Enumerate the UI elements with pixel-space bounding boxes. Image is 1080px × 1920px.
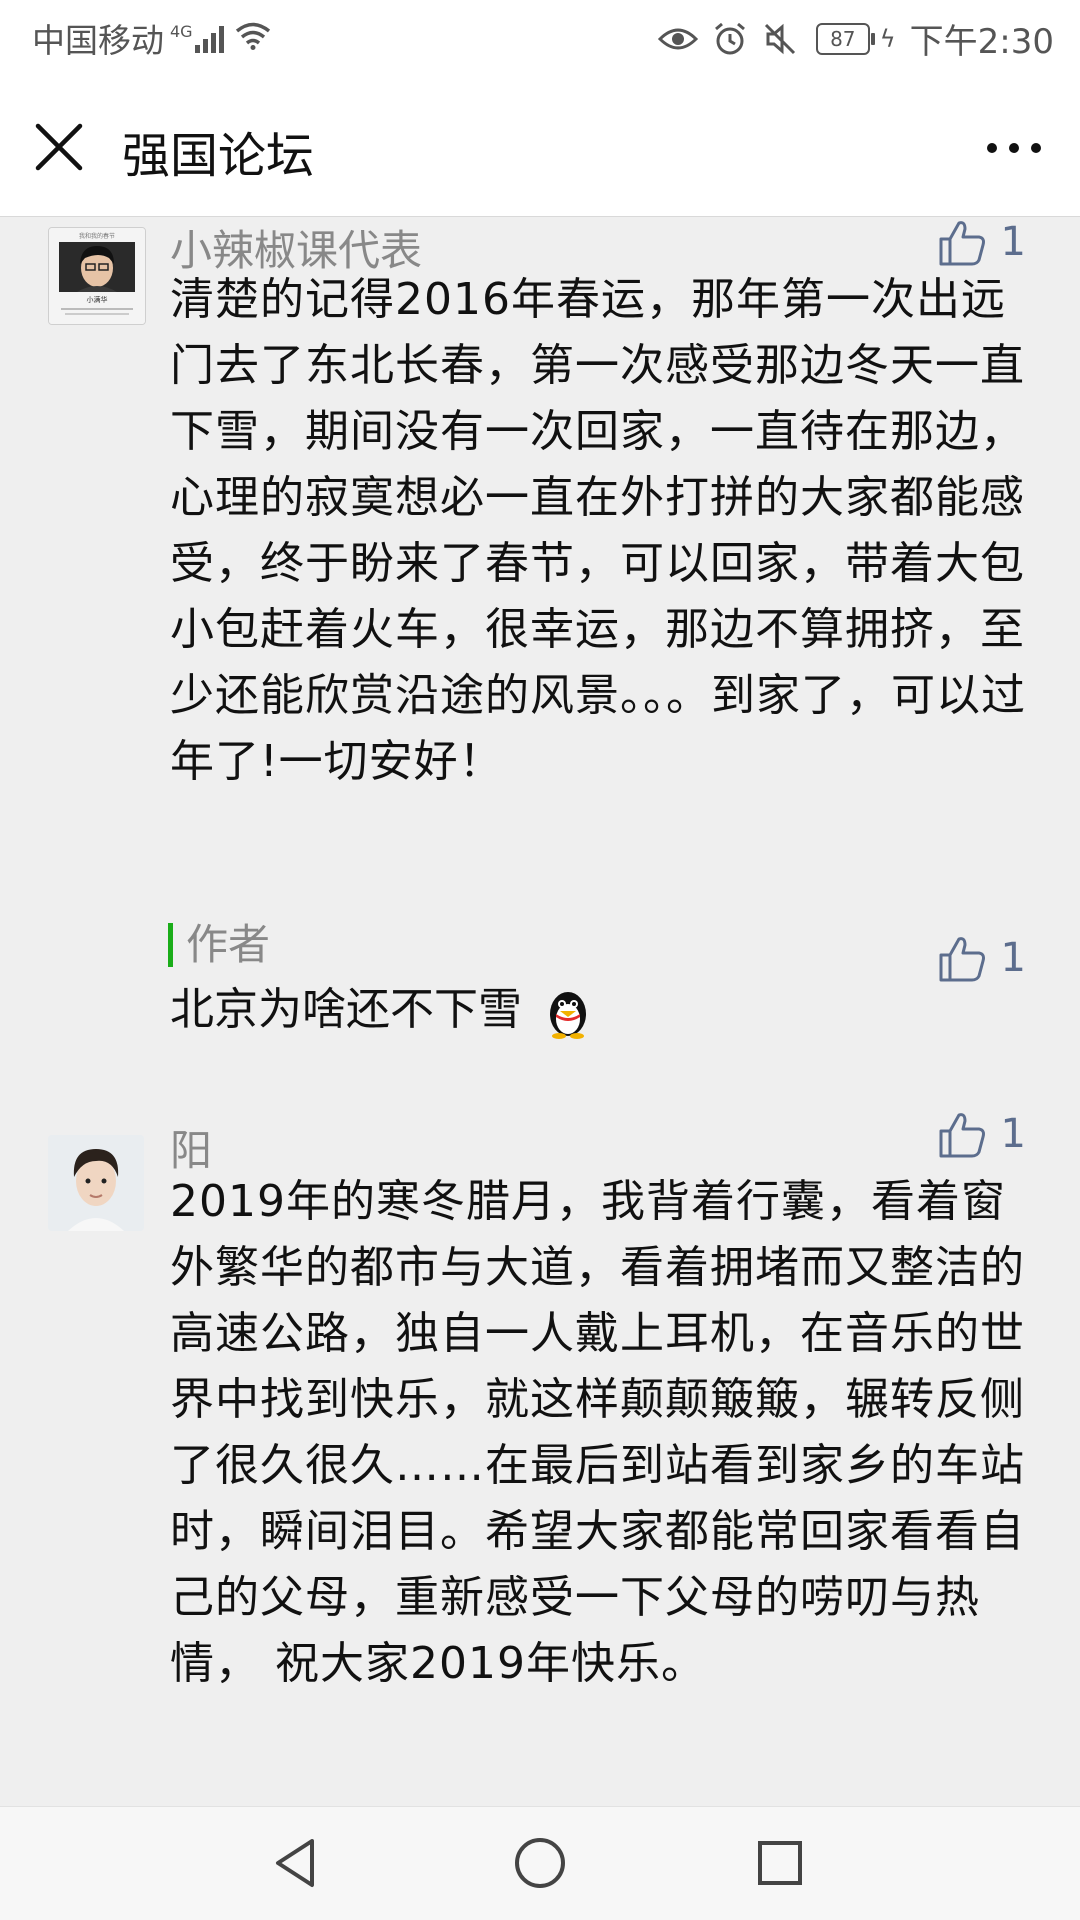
signal-icon — [194, 23, 227, 53]
battery-icon: 87 — [815, 22, 875, 55]
avatar[interactable] — [48, 1135, 144, 1231]
author-reply-bar — [168, 923, 173, 967]
carrier-label: 中国移动 — [32, 21, 164, 60]
like-count: 1 — [1000, 935, 1026, 981]
eye-icon — [657, 25, 698, 53]
page-title: 强国论坛 — [122, 128, 315, 184]
svg-text:我和我的春节: 我和我的春节 — [79, 232, 115, 240]
wifi-icon — [235, 19, 271, 58]
thumbs-up-icon — [939, 937, 985, 982]
alarm-icon — [712, 21, 748, 57]
like-button[interactable]: 1 — [937, 217, 1026, 267]
status-left: 中国移动 4G — [32, 14, 271, 62]
like-count: 1 — [1000, 1111, 1026, 1157]
more-icon[interactable] — [978, 124, 1050, 172]
mute-icon — [762, 21, 798, 57]
back-triangle-icon[interactable] — [266, 1831, 330, 1895]
comment-text: 清楚的记得2016年春运，那年第一次出远门去了东北长春，第一次感受那边冬天一直下… — [170, 274, 1026, 787]
reply-text-content: 北京为啥还不下雪 — [170, 984, 522, 1035]
reply-text: 北京为啥还不下雪 — [170, 973, 596, 1040]
comment-text: 2019年的寒冬腊月，我背着行囊，看着窗外繁华的都市与大道，看着拥堵而又整洁的高… — [170, 1176, 1025, 1689]
clock: 下午2:30 — [909, 22, 1054, 62]
title-bar: 强国论坛 — [0, 76, 1080, 217]
reply-like-button[interactable]: 1 — [937, 933, 1026, 983]
status-right: 87 ϟ 下午2:30 — [644, 14, 1054, 63]
comment-list: 我和我的春节 小满华 小辣椒课代表 1 清楚的记得2016年春运，那年第一次出远… — [0, 217, 1080, 1807]
thumbs-up-icon — [939, 1113, 985, 1158]
home-circle-icon[interactable] — [508, 1831, 572, 1895]
like-button[interactable]: 1 — [937, 1109, 1026, 1159]
like-count: 1 — [1000, 219, 1026, 265]
author-label: 作者 — [186, 920, 271, 969]
thumbs-up-icon — [939, 221, 985, 266]
avatar[interactable]: 我和我的春节 小满华 — [48, 227, 146, 325]
close-icon[interactable] — [30, 118, 88, 176]
navigation-bar — [0, 1806, 1080, 1920]
status-bar: 中国移动 4G 87 ϟ 下午2:30 — [0, 0, 1080, 76]
recents-square-icon[interactable] — [748, 1831, 812, 1895]
avatar-caption: 小满华 — [87, 295, 108, 304]
penguin-emoji-icon — [550, 992, 586, 1039]
network-type: 4G — [170, 21, 193, 41]
charging-icon: ϟ — [879, 24, 896, 53]
